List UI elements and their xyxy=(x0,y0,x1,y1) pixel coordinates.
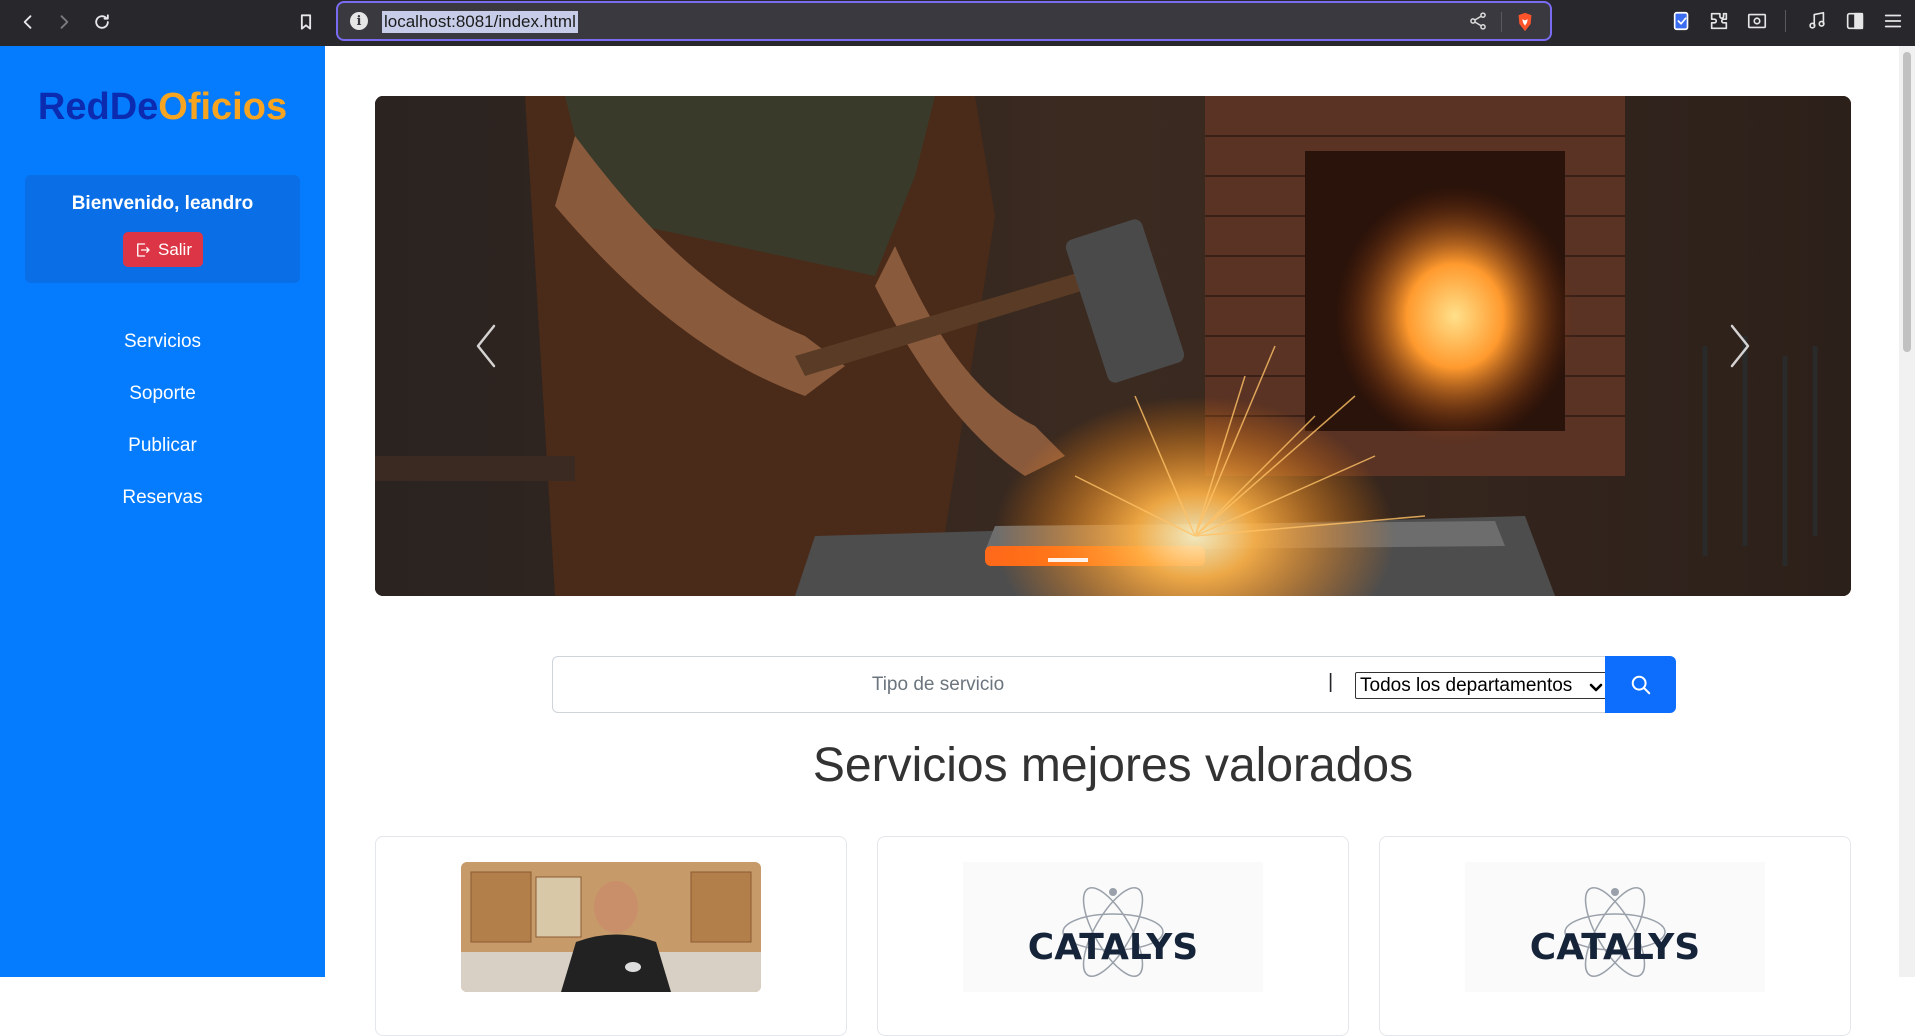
browser-toolbar: i localhost:8081/index.html xyxy=(0,0,1915,46)
vpn-icon[interactable] xyxy=(1671,10,1693,32)
logout-icon xyxy=(137,242,150,257)
logout-button[interactable]: Salir xyxy=(123,232,203,267)
catalys-logo: CATALYS xyxy=(1465,862,1765,992)
logo-part-oficios: Oficios xyxy=(158,86,288,128)
toolbar-divider xyxy=(1785,10,1786,32)
sidebar-nav: Servicios Soporte Publicar Reservas xyxy=(0,316,325,524)
sidebar-item-reservas[interactable]: Reservas xyxy=(0,472,325,524)
reload-icon[interactable] xyxy=(88,8,116,36)
address-bar[interactable]: i localhost:8081/index.html xyxy=(336,1,1552,41)
search-button[interactable] xyxy=(1605,656,1676,713)
sidebar-item-publicar[interactable]: Publicar xyxy=(0,420,325,472)
site-info-icon[interactable]: i xyxy=(350,12,368,30)
media-icon[interactable] xyxy=(1806,10,1828,32)
page-scrollbar[interactable] xyxy=(1899,46,1915,977)
service-card[interactable] xyxy=(375,836,847,1036)
share-icon[interactable] xyxy=(1468,11,1490,33)
forward-icon[interactable] xyxy=(50,8,78,36)
search-icon xyxy=(1631,675,1650,694)
sidebar-icon[interactable] xyxy=(1844,10,1866,32)
sidebar-item-soporte[interactable]: Soporte xyxy=(0,368,325,420)
carousel-prev-icon[interactable] xyxy=(472,321,502,371)
worker-kitchen-photo xyxy=(461,862,761,992)
reader-icon[interactable] xyxy=(1746,10,1768,32)
catalys-logo-text: CATALYS xyxy=(1530,927,1700,968)
bookmark-icon[interactable] xyxy=(292,8,320,36)
logout-label: Salir xyxy=(157,239,192,259)
service-card[interactable]: CATALYS xyxy=(877,836,1349,1036)
brave-shields-icon[interactable] xyxy=(1514,11,1536,33)
service-card[interactable]: CATALYS xyxy=(1379,836,1851,1036)
main-content: | Todos los departamentos Servicios mejo… xyxy=(325,46,1899,1036)
blacksmith-image xyxy=(375,96,1851,596)
hero-carousel xyxy=(375,96,1851,596)
url-divider xyxy=(1501,12,1502,32)
extensions-icon[interactable] xyxy=(1708,10,1730,32)
search-field-group: | Todos los departamentos xyxy=(552,656,1612,713)
carousel-next-icon[interactable] xyxy=(1724,321,1754,371)
carousel-indicator[interactable] xyxy=(1048,558,1088,562)
chevron-down-icon xyxy=(1589,679,1603,693)
welcome-message: Bienvenido, leandro xyxy=(71,193,254,214)
department-select-value: Todos los departamentos xyxy=(1360,674,1573,696)
search-bar: | Todos los departamentos xyxy=(552,656,1676,713)
sidebar-item-servicios[interactable]: Servicios xyxy=(0,316,325,368)
menu-icon[interactable] xyxy=(1882,10,1904,32)
section-title: Servicios mejores valorados xyxy=(812,739,1414,792)
back-icon[interactable] xyxy=(14,8,42,36)
url-text[interactable]: localhost:8081/index.html xyxy=(382,11,578,33)
department-select[interactable]: Todos los departamentos xyxy=(1355,672,1608,699)
catalys-logo-text: CATALYS xyxy=(1028,927,1198,968)
sidebar: RedDeOficios Bienvenido, leandro Salir S… xyxy=(0,46,325,977)
logo-part-red-de: RedDe xyxy=(37,86,159,128)
site-logo[interactable]: RedDeOficios xyxy=(0,86,325,129)
welcome-panel: Bienvenido, leandro Salir xyxy=(25,175,300,283)
search-separator: | xyxy=(1328,671,1334,693)
catalys-logo: CATALYS xyxy=(963,862,1263,992)
service-type-input[interactable] xyxy=(553,657,1323,712)
scrollbar-thumb[interactable] xyxy=(1903,52,1911,352)
